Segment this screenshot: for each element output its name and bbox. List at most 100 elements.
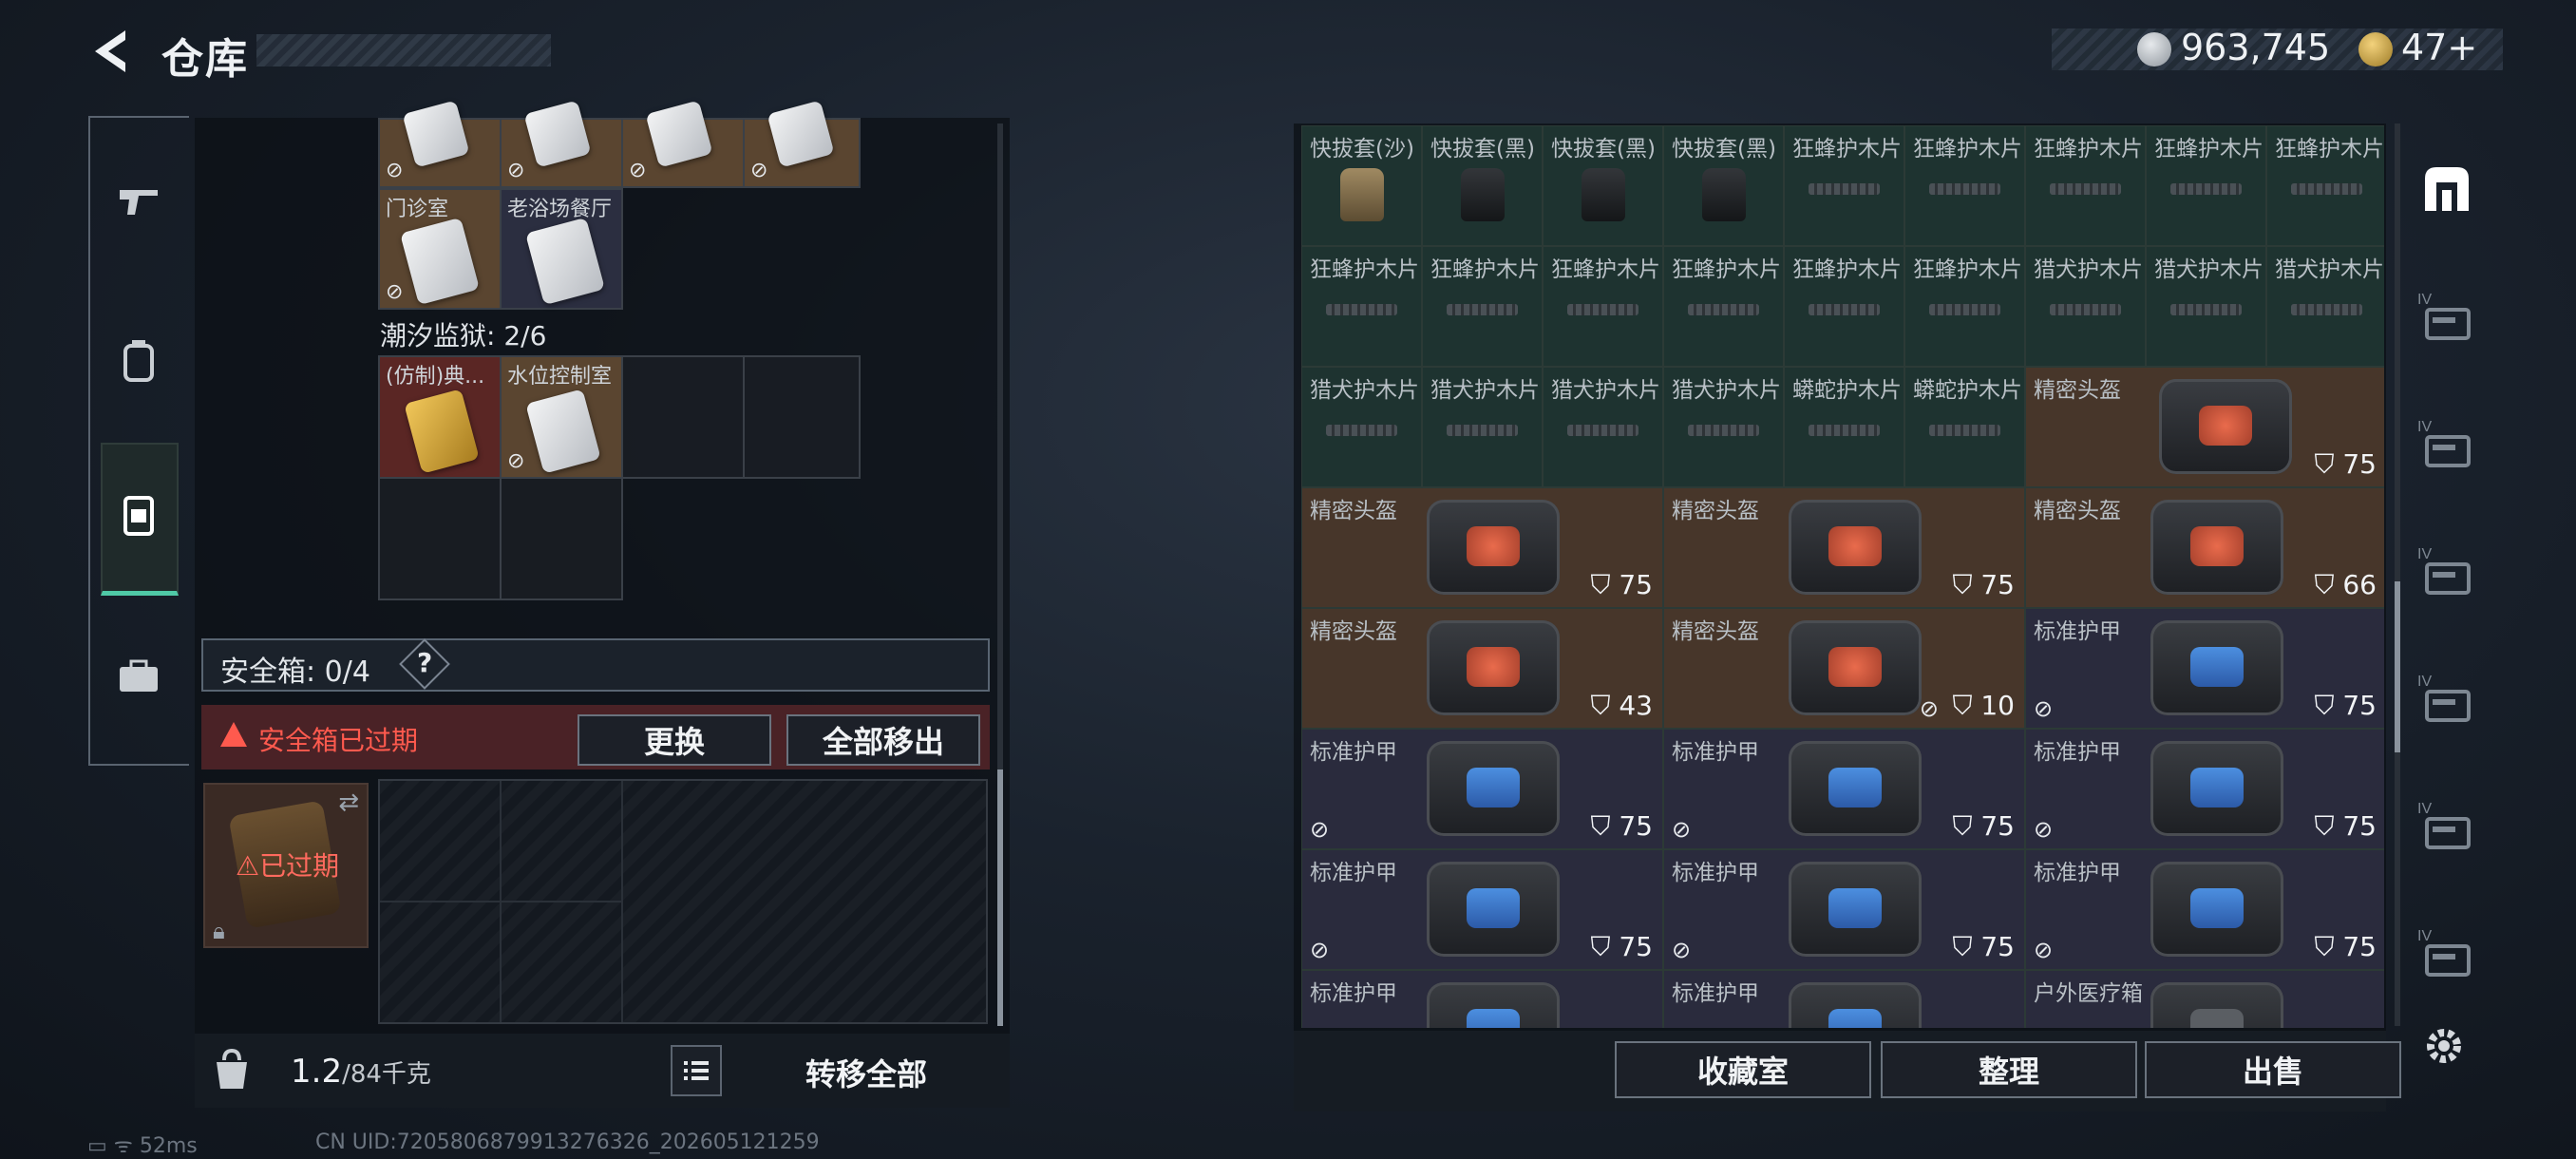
item-helmet[interactable]: 精密头盔 ⛉ 75 <box>2025 367 2384 487</box>
item-handguard-plate[interactable]: 狂蜂护木片 <box>1543 246 1663 367</box>
scrollbar-track[interactable] <box>2395 124 2400 1026</box>
empty-slot[interactable] <box>378 477 502 600</box>
keycard-slot[interactable]: ⊘ <box>743 100 861 188</box>
item-helmet[interactable]: 精密头盔 ⛉ 43 <box>1301 608 1663 729</box>
item-name: 狂蜂护木片 <box>2154 137 2263 162</box>
item-helmet[interactable]: 精密头盔 ⛉ 75 <box>1301 487 1663 608</box>
item-helmet[interactable]: 精密头盔 ⛉ 66 <box>2025 487 2384 608</box>
item-name: 狂蜂护木片 <box>1913 137 2022 162</box>
locked-icon: ⊘ <box>629 159 647 182</box>
sort-button[interactable]: 整理 <box>1881 1041 2137 1098</box>
backpack-icon[interactable] <box>108 331 169 391</box>
storage-main-icon[interactable] <box>2415 158 2478 220</box>
item-armor[interactable]: 标准护甲 ⛉ 75 ⊘ <box>1301 729 1663 849</box>
item-name: 狂蜂护木片 <box>1913 257 2022 282</box>
storage-iv-folder3-icon[interactable]: IV <box>2415 794 2478 857</box>
user-uid: CN UID:7205806879913276326_202605121259 <box>315 1130 820 1154</box>
item-handguard-plate[interactable]: 狂蜂护木片 <box>2025 125 2146 246</box>
item-holster[interactable]: 快拔套(沙) <box>1301 125 1422 246</box>
keycard-slot[interactable]: ⊘ <box>378 100 502 188</box>
safebox-grid[interactable] <box>378 779 988 1024</box>
item-armor[interactable]: 标准护甲 ⛉ 75 ⊘ <box>1301 849 1663 970</box>
item-handguard-plate[interactable]: 狂蜂护木片 <box>1904 125 2025 246</box>
item-holster[interactable]: 快拔套(黑) <box>1422 125 1543 246</box>
transfer-all-button[interactable]: 转移全部 <box>805 1051 927 1094</box>
item-handguard-plate[interactable]: 狂蜂护木片 <box>1301 246 1422 367</box>
empty-slot[interactable] <box>621 355 745 479</box>
locked-icon: ⊘ <box>1672 816 1692 843</box>
handguard-plate-icon <box>1929 425 2000 436</box>
item-handguard-plate[interactable]: 狂蜂护木片 <box>1422 246 1543 367</box>
chest-rig-icon[interactable] <box>108 484 169 545</box>
keycard-clinic[interactable]: 门诊室 ⊘ <box>378 188 502 310</box>
svg-text:IV: IV <box>2417 546 2432 562</box>
keycard-bathhouse[interactable]: 老浴场餐厅 <box>500 188 623 310</box>
storage-iv-lock-icon[interactable]: IV <box>2415 667 2478 730</box>
scrollbar-thumb[interactable] <box>997 770 1003 1026</box>
item-handguard-plate[interactable]: 狂蜂护木片 <box>1904 246 2025 367</box>
item-handguard-plate[interactable]: 猎犬护木片 <box>1422 367 1543 487</box>
handguard-plate-icon <box>1929 183 2000 195</box>
item-handguard-plate[interactable]: 蟒蛇护木片 <box>1904 367 2025 487</box>
item-helmet[interactable]: 精密头盔 ⛉ 10 ⊘ <box>1663 608 2025 729</box>
item-armor[interactable]: 标准护甲 <box>1301 970 1663 1028</box>
gear-icon[interactable] <box>2420 1022 2468 1070</box>
item-handguard-plate[interactable]: 狂蜂护木片 <box>1784 125 1904 246</box>
move-all-out-button[interactable]: 全部移出 <box>786 714 980 766</box>
keycard-slot[interactable]: ⊘ <box>500 100 623 188</box>
keycard-prison-replica[interactable]: (仿制)典... <box>378 355 502 479</box>
item-handguard-plate[interactable]: 猎犬护木片 <box>2266 246 2384 367</box>
item-armor[interactable]: 标准护甲 <box>1663 970 2025 1028</box>
handguard-plate-icon <box>1688 304 1759 315</box>
swap-icon[interactable]: ⇄ <box>338 788 359 817</box>
item-name: 标准护甲 <box>2034 619 2121 644</box>
locked-icon: ⊘ <box>1919 695 1939 722</box>
scrollbar-thumb[interactable] <box>2395 581 2400 752</box>
title-decoration <box>256 34 551 66</box>
item-armor[interactable]: 标准护甲 ⛉ 75 ⊘ <box>1663 849 2025 970</box>
item-handguard-plate[interactable]: 狂蜂护木片 <box>1663 246 1784 367</box>
item-name: 狂蜂护木片 <box>1672 257 1781 282</box>
collection-room-button[interactable]: 收藏室 <box>1615 1041 1871 1098</box>
item-handguard-plate[interactable]: 猎犬护木片 <box>1663 367 1784 487</box>
storage-iv-weapon-icon[interactable]: IV <box>2415 285 2478 348</box>
replace-button[interactable]: 更换 <box>578 714 771 766</box>
safebox-count: 安全箱: 0/4 <box>220 656 370 689</box>
item-holster[interactable]: 快拔套(黑) <box>1543 125 1663 246</box>
item-holster[interactable]: 快拔套(黑) <box>1663 125 1784 246</box>
item-name: 狂蜂护木片 <box>2275 137 2384 162</box>
list-view-button[interactable] <box>671 1045 722 1096</box>
item-handguard-plate[interactable]: 猎犬护木片 <box>1543 367 1663 487</box>
empty-slot[interactable] <box>500 477 623 600</box>
sell-button[interactable]: 出售 <box>2145 1041 2401 1098</box>
handguard-plate-icon <box>1929 304 2000 315</box>
item-armor[interactable]: 标准护甲 ⛉ 75 ⊘ <box>1663 729 2025 849</box>
item-name: 狂蜂护木片 <box>1430 257 1540 282</box>
item-handguard-plate[interactable]: 蟒蛇护木片 <box>1784 367 1904 487</box>
item-handguard-plate[interactable]: 猎犬护木片 <box>1301 367 1422 487</box>
keycard-water-control[interactable]: 水位控制室 ⊘ <box>500 355 623 479</box>
handguard-plate-icon <box>2291 304 2362 315</box>
handguard-plate-icon <box>1447 304 1518 315</box>
storage-iv-add-icon[interactable]: IV <box>2415 922 2478 984</box>
item-medkit[interactable]: 户外医疗箱 <box>2025 970 2384 1028</box>
toolbox-icon[interactable] <box>108 646 169 707</box>
item-armor[interactable]: 标准护甲 ⛉ 75 ⊘ <box>2025 729 2384 849</box>
back-arrow-icon[interactable] <box>87 27 137 76</box>
safebox-expired-text: 安全箱已过期 <box>258 725 419 756</box>
item-handguard-plate[interactable]: 狂蜂护木片 <box>2146 125 2266 246</box>
item-helmet[interactable]: 精密头盔 ⛉ 75 <box>1663 487 2025 608</box>
item-handguard-plate[interactable]: 狂蜂护木片 <box>2266 125 2384 246</box>
item-handguard-plate[interactable]: 狂蜂护木片 <box>1784 246 1904 367</box>
item-armor[interactable]: 标准护甲 ⛉ 75 ⊘ <box>2025 608 2384 729</box>
item-armor[interactable]: 标准护甲 ⛉ 75 ⊘ <box>2025 849 2384 970</box>
item-handguard-plate[interactable]: 猎犬护木片 <box>2025 246 2146 367</box>
item-name: 快拔套(黑) <box>1551 137 1656 162</box>
gun-icon[interactable] <box>108 171 169 232</box>
empty-slot[interactable] <box>743 355 861 479</box>
storage-iv-folder-icon[interactable]: IV <box>2415 412 2478 475</box>
item-handguard-plate[interactable]: 猎犬护木片 <box>2146 246 2266 367</box>
keycard-slot[interactable]: ⊘ <box>621 100 745 188</box>
armor-icon <box>1788 982 1922 1028</box>
storage-iv-folder2-icon[interactable]: IV <box>2415 540 2478 602</box>
